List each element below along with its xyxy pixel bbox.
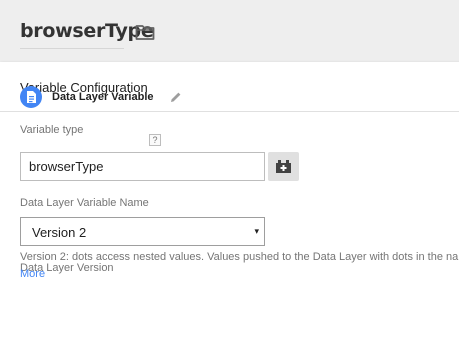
dlv-name-label: Data Layer Variable Name xyxy=(20,197,149,209)
variable-picker-icon xyxy=(276,160,291,173)
dropdown-arrow-icon: ▾ xyxy=(254,226,259,236)
variable-picker-button[interactable] xyxy=(268,152,299,181)
variable-type-selector[interactable]: Data Layer Variable xyxy=(20,86,220,110)
pencil-icon[interactable] xyxy=(170,91,182,103)
dl-version-help-text: Version 2: dots access nested values. Va… xyxy=(20,251,459,263)
page-header: browserType xyxy=(0,0,459,62)
dl-version-value: Version 2 xyxy=(32,225,87,240)
dl-version-select[interactable]: Version 2 ▾ xyxy=(20,217,265,246)
folder-icon[interactable] xyxy=(135,23,155,41)
more-link[interactable]: More xyxy=(20,268,45,280)
card-divider xyxy=(0,111,459,112)
variable-type-label: Variable type xyxy=(20,124,84,136)
variable-title[interactable]: browserType xyxy=(20,20,154,42)
help-icon[interactable]: ? xyxy=(149,134,161,146)
title-underline xyxy=(20,48,124,49)
dlv-name-input[interactable] xyxy=(20,152,265,181)
variable-type-name: Data Layer Variable xyxy=(52,91,154,103)
document-icon xyxy=(20,86,42,108)
